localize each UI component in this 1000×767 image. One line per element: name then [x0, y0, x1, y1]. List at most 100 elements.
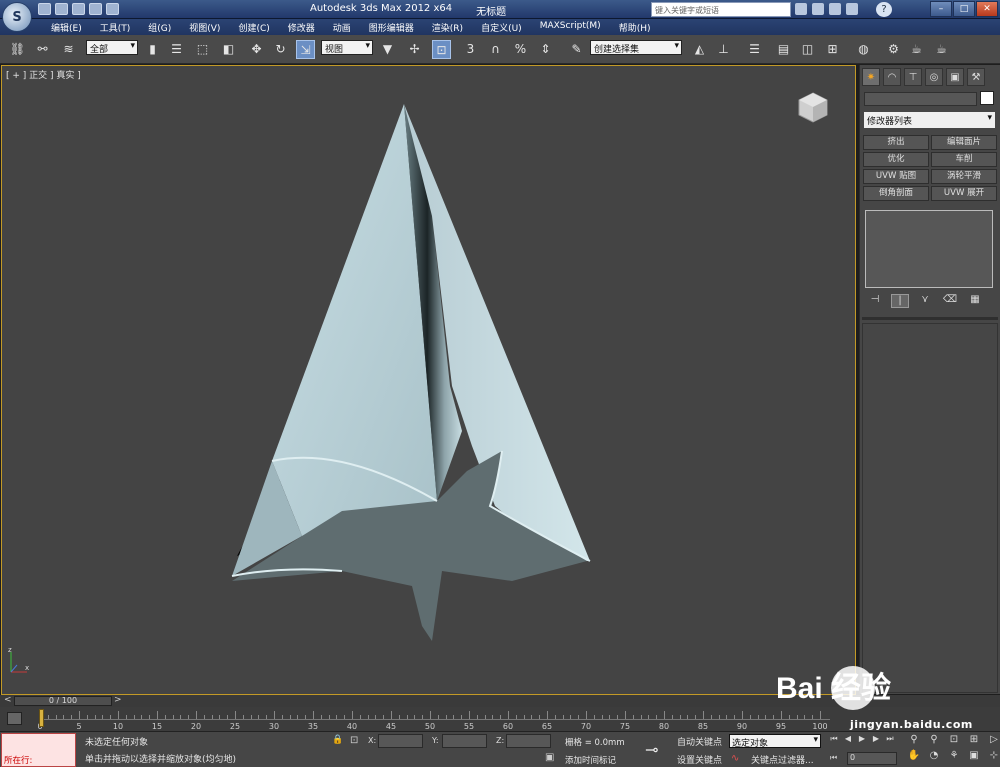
pivot-center-icon[interactable]: ▼ [378, 40, 397, 59]
favorites-star-icon[interactable] [846, 3, 858, 15]
menu-help[interactable]: 帮助(H) [610, 19, 660, 35]
modifier-button-unwrap-uvw[interactable]: UVW 展开 [931, 186, 997, 201]
modifier-button-optimize[interactable]: 优化 [863, 152, 929, 167]
key-mode-icon[interactable]: ∿ [731, 753, 739, 764]
show-end-result-icon[interactable]: | [891, 294, 909, 308]
menu-customize[interactable]: 自定义(U) [472, 19, 531, 35]
z-coordinate-field[interactable] [506, 734, 551, 748]
zoom-icon[interactable]: ⚲ [905, 734, 923, 748]
curve-editor-icon[interactable]: ◫ [798, 40, 817, 59]
scale-icon[interactable]: ⇲ [296, 40, 315, 59]
unlink-icon[interactable]: ⚯ [33, 40, 52, 59]
render-production-icon[interactable]: ☕ [932, 40, 951, 59]
go-to-end-icon[interactable]: ⏭ [884, 734, 896, 747]
close-button[interactable]: ✕ [976, 1, 998, 17]
undo-icon[interactable] [89, 3, 102, 15]
set-key-button[interactable]: 设置关键点 [677, 753, 722, 766]
y-coordinate-field[interactable] [442, 734, 487, 748]
save-file-icon[interactable] [72, 3, 85, 15]
link-icon[interactable]: ⛓ [8, 40, 27, 59]
zoom-extents-icon[interactable]: ⊡ [945, 734, 963, 748]
tools-icon[interactable] [812, 3, 824, 15]
rotate-icon[interactable]: ↻ [271, 40, 290, 59]
x-coordinate-field[interactable] [378, 734, 423, 748]
modifier-button-lathe[interactable]: 车削 [931, 152, 997, 167]
rect-selection-icon[interactable]: ⬚ [193, 40, 212, 59]
menu-group[interactable]: 组(G) [139, 19, 180, 35]
selection-filter-dropdown[interactable]: 全部 [86, 40, 138, 55]
open-mini-curve-editor-icon[interactable] [7, 712, 22, 725]
move-icon[interactable]: ✥ [247, 40, 266, 59]
add-time-tag[interactable]: 添加时间标记 [565, 754, 616, 766]
menu-maxscript[interactable]: MAXScript(M) [531, 19, 610, 35]
time-slider-prev-icon[interactable]: < [4, 695, 12, 705]
object-name-field[interactable] [864, 92, 977, 106]
object-color-swatch[interactable] [980, 91, 994, 105]
graphite-ribbon-icon[interactable]: ▤ [774, 40, 793, 59]
time-cursor[interactable] [39, 709, 44, 727]
snaps-toggle-icon[interactable]: 3 [461, 40, 480, 59]
schematic-view-icon[interactable]: ⊞ [823, 40, 842, 59]
star-cone-model[interactable] [2, 66, 857, 696]
field-of-view-icon[interactable]: ▷ [985, 734, 1000, 748]
orbit-icon[interactable]: ◔ [925, 750, 943, 764]
modifier-button-uvw-map[interactable]: UVW 贴图 [863, 169, 929, 184]
previous-frame-icon[interactable]: ◀ [842, 734, 854, 747]
open-file-icon[interactable] [55, 3, 68, 15]
named-selection-dropdown[interactable]: 创建选择集 [590, 40, 682, 55]
edit-named-selection-icon[interactable]: ✎ [567, 40, 586, 59]
modifier-button-edit-patch[interactable]: 编辑面片 [931, 135, 997, 150]
select-manipulate-icon[interactable]: ✢ [405, 40, 424, 59]
menu-animation[interactable]: 动画 [324, 19, 360, 35]
key-mode-toggle-icon[interactable]: ⏮ [830, 753, 837, 763]
percent-snap-icon[interactable]: % [511, 40, 530, 59]
motion-tab-icon[interactable]: ◎ [925, 68, 943, 86]
modifier-stack[interactable] [865, 210, 993, 288]
menu-edit[interactable]: 编辑(E) [42, 19, 91, 35]
pin-stack-icon[interactable]: ⊣ [866, 294, 884, 308]
bind-space-warp-icon[interactable]: ≋ [59, 40, 78, 59]
time-slider-thumb[interactable]: 0 / 100 [14, 696, 112, 706]
rendered-frame-icon[interactable]: ☕ [907, 40, 926, 59]
go-to-start-icon[interactable]: ⏮ [828, 734, 840, 747]
redo-icon[interactable] [106, 3, 119, 15]
modifier-button-bevel-profile[interactable]: 倒角剖面 [863, 186, 929, 201]
layer-manager-icon[interactable]: ☰ [745, 40, 764, 59]
maxscript-listener[interactable]: 所在行: [1, 733, 76, 767]
play-icon[interactable]: ▶ [856, 734, 868, 747]
zoom-all-icon[interactable]: ⚲ [925, 734, 943, 748]
menu-tools[interactable]: 工具(T) [91, 19, 140, 35]
communication-icon[interactable] [829, 3, 841, 15]
align-icon[interactable]: ⊥ [714, 40, 733, 59]
configure-modifier-sets-icon[interactable]: ▦ [966, 294, 984, 308]
modify-tab-icon[interactable]: ◠ [883, 68, 901, 86]
utilities-tab-icon[interactable]: ⚒ [967, 68, 985, 86]
display-tab-icon[interactable]: ▣ [946, 68, 964, 86]
auto-key-button[interactable]: 自动关键点 [677, 735, 722, 748]
maximize-button[interactable]: □ [953, 1, 975, 17]
modifier-list-dropdown[interactable]: 修改器列表 [864, 112, 995, 128]
menu-views[interactable]: 视图(V) [180, 19, 229, 35]
walk-through-icon[interactable]: ⚘ [945, 750, 963, 764]
current-frame-field[interactable]: 0 [847, 752, 897, 765]
angle-snap-icon[interactable]: ∩ [486, 40, 505, 59]
menu-modifiers[interactable]: 修改器 [279, 19, 324, 35]
next-frame-icon[interactable]: ▶ [870, 734, 882, 747]
app-logo-icon[interactable]: S [2, 2, 32, 32]
timeline-ruler[interactable]: 0510152025303540455055606570758085909510… [37, 710, 830, 731]
viewport-extra-icon[interactable]: ⊹ [985, 750, 1000, 764]
lock-selection-icon[interactable]: 🔒 [332, 735, 343, 745]
search-input[interactable]: 键入关键字或短语 [651, 2, 791, 17]
set-key-icon[interactable]: ⊸ [645, 740, 658, 759]
selection-set-dropdown[interactable]: 选定对象 [729, 734, 821, 749]
maximize-viewport-icon[interactable]: ▣ [965, 750, 983, 764]
menu-graph-editors[interactable]: 图形编辑器 [360, 19, 423, 35]
spinner-snap-icon[interactable]: ⇕ [536, 40, 555, 59]
create-tab-icon[interactable]: ✷ [862, 68, 880, 86]
hierarchy-tab-icon[interactable]: ⊤ [904, 68, 922, 86]
make-unique-icon[interactable]: ⋎ [916, 294, 934, 308]
help-button[interactable]: ? [876, 2, 892, 17]
reference-coordinate-dropdown[interactable]: 视图 [321, 40, 373, 55]
mirror-icon[interactable]: ◭ [690, 40, 709, 59]
modifier-button-turbosmooth[interactable]: 涡轮平滑 [931, 169, 997, 184]
